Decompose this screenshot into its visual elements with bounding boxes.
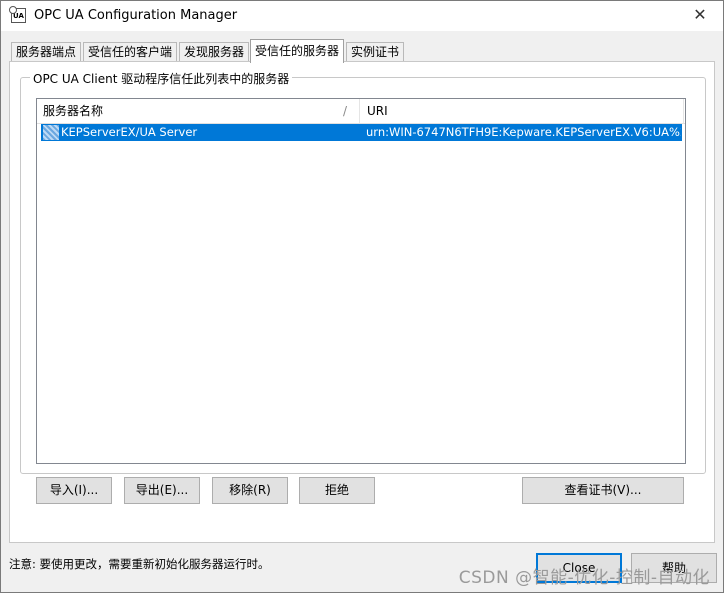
close-window-icon[interactable]: ✕ xyxy=(687,3,713,27)
server-uri: urn:WIN-6747N6TFH9E:Kepware.KEPServerEX.… xyxy=(366,125,681,139)
tab-server-endpoints[interactable]: 服务器端点 xyxy=(11,42,82,62)
restart-note: 注意: 要使用更改，需要重新初始化服务器运行时。 xyxy=(9,557,270,571)
list-item[interactable]: KEPServerEX/UA Server urn:WIN-6747N6TFH9… xyxy=(41,124,682,141)
column-divider[interactable] xyxy=(359,99,360,123)
group-caption: OPC UA Client 驱动程序信任此列表中的服务器 xyxy=(30,70,293,87)
tab-trusted-clients[interactable]: 受信任的客户端 xyxy=(83,42,178,62)
trusted-servers-list[interactable]: 服务器名称 / URI KEPServerEX/UA Server urn:WI… xyxy=(36,98,686,464)
remove-button[interactable]: 移除(R) xyxy=(212,477,288,504)
column-header-server-name[interactable]: 服务器名称 xyxy=(43,99,103,123)
tab-instance-certificate[interactable]: 实例证书 xyxy=(346,42,405,62)
column-divider[interactable] xyxy=(683,99,684,123)
export-button[interactable]: 导出(E)... xyxy=(124,477,200,504)
column-header-uri[interactable]: URI xyxy=(367,99,388,123)
reject-button[interactable]: 拒绝 xyxy=(299,477,375,504)
import-button[interactable]: 导入(I)... xyxy=(36,477,112,504)
column-resize-mark: / xyxy=(343,104,348,118)
server-name: KEPServerEX/UA Server xyxy=(61,125,198,139)
app-icon: UA xyxy=(9,6,26,23)
tab-discovery-servers[interactable]: 发现服务器 xyxy=(179,42,250,62)
list-header: 服务器名称 / URI xyxy=(37,99,685,124)
window-title: OPC UA Configuration Manager xyxy=(34,8,238,23)
tab-trusted-servers[interactable]: 受信任的服务器 xyxy=(250,39,345,63)
certificate-icon xyxy=(43,125,59,140)
view-certificate-button[interactable]: 查看证书(V)... xyxy=(522,477,684,504)
title-bar: UA OPC UA Configuration Manager ✕ xyxy=(1,1,723,31)
watermark: CSDN @智能-优化-控制-自动化 xyxy=(458,568,710,588)
